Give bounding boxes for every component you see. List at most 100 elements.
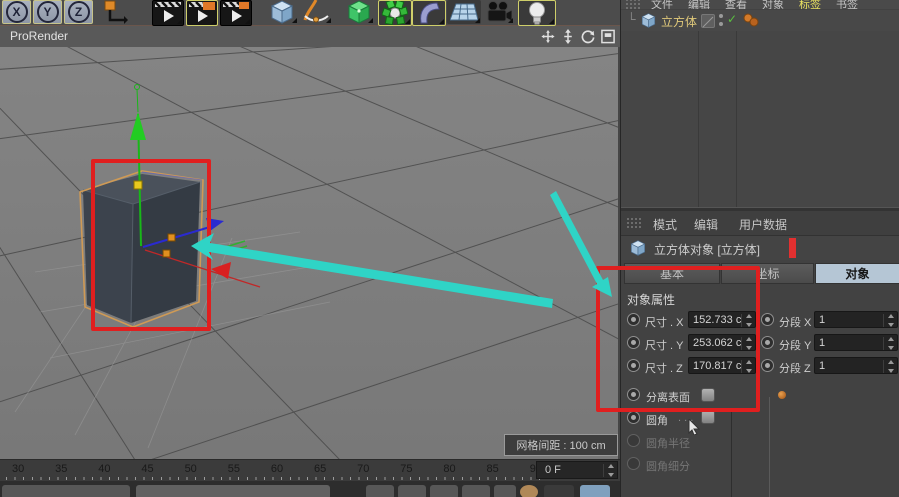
- deformer-button[interactable]: [412, 0, 446, 26]
- cube-object-icon: [641, 13, 656, 28]
- column-divider: [731, 408, 732, 497]
- render-region-button[interactable]: [186, 0, 218, 26]
- om-menu-bookmarks[interactable]: 书签: [836, 0, 858, 9]
- axis-lock-y-button[interactable]: Y: [33, 0, 62, 24]
- viewport-titlebar: ProRender: [0, 26, 620, 48]
- ruler-tickmarks: [6, 477, 546, 480]
- keyframe-dot-separate[interactable]: [627, 388, 640, 401]
- timeline-ruler[interactable]: 3035 4045 5055 6065 7075 8085 90: [0, 459, 620, 482]
- ruler-numbers: 3035 4045 5055 6065 7075 8085 90: [12, 463, 542, 475]
- segments-z-spinner[interactable]: [883, 360, 895, 373]
- bend-deformer-icon: [417, 1, 441, 25]
- size-x-label: 尺寸 . X: [645, 314, 684, 330]
- separate-surfaces-label: 分离表面: [646, 389, 690, 405]
- animation-toolbar-clipped: [0, 481, 620, 497]
- keyframe-dot-size-y[interactable]: [627, 336, 640, 349]
- render-view-button[interactable]: [152, 0, 184, 26]
- grid-spacing-label: 网格间距 : 100 cm: [504, 434, 618, 456]
- render-visibility-dot[interactable]: [719, 22, 723, 26]
- mograph-button[interactable]: [378, 0, 412, 26]
- enabled-checkmark[interactable]: ✓: [727, 12, 737, 26]
- fillet-radius-label: 圆角半径: [646, 435, 690, 451]
- segments-x-label: 分段 X: [779, 314, 811, 330]
- editor-visibility-dot[interactable]: [719, 14, 723, 18]
- keyframe-dot-fillet[interactable]: [627, 411, 640, 424]
- segments-y-field[interactable]: 1: [814, 334, 898, 351]
- fillet-checkbox[interactable]: [701, 410, 715, 424]
- keyframe-dot-seg-y[interactable]: [761, 336, 774, 349]
- segments-x-field[interactable]: 1: [814, 311, 898, 328]
- fillet-label: 圆角: [646, 412, 668, 428]
- tab-object[interactable]: 对象: [815, 263, 899, 284]
- tab-basic[interactable]: 基本: [624, 263, 720, 284]
- phong-tag-icon[interactable]: [743, 13, 759, 27]
- render-settings-button[interactable]: [220, 0, 252, 26]
- rotate-view-icon[interactable]: [580, 29, 596, 44]
- current-frame-field[interactable]: 0 F: [536, 461, 618, 479]
- keyframe-dot-size-x[interactable]: [627, 313, 640, 326]
- keyframe-dot-seg-x[interactable]: [761, 313, 774, 326]
- camera-button[interactable]: [484, 0, 514, 24]
- object-name[interactable]: 立方体: [661, 13, 697, 30]
- floor-button[interactable]: [447, 0, 481, 24]
- light-bulb-icon: [526, 1, 548, 25]
- coordinate-system-icon: [102, 0, 128, 24]
- segments-x-spinner[interactable]: [883, 314, 895, 327]
- panel-grip[interactable]: [626, 217, 642, 228]
- size-x-spinner[interactable]: [741, 314, 753, 327]
- cube-object-icon: [630, 240, 646, 256]
- maximize-view-icon[interactable]: [600, 29, 616, 44]
- size-x-field[interactable]: 152.733 c: [688, 311, 756, 328]
- light-button[interactable]: [518, 0, 556, 26]
- spline-pen-button[interactable]: [300, 0, 332, 24]
- am-menu-edit[interactable]: 编辑: [694, 216, 718, 233]
- object-row-cube[interactable]: └ 立方体 ✓: [621, 10, 899, 31]
- cinema4d-window: X Y Z: [0, 0, 899, 497]
- om-menu-objects[interactable]: 对象: [762, 0, 784, 9]
- om-menu-tags[interactable]: 标签: [799, 0, 821, 9]
- segments-y-spinner[interactable]: [883, 337, 895, 350]
- om-menu-edit[interactable]: 编辑: [688, 0, 710, 9]
- keyframe-dot-fillet-subdiv: [627, 457, 640, 470]
- attribute-manager-menubar: 模式 编辑 用户数据: [621, 211, 899, 236]
- keyframe-dot-seg-z[interactable]: [761, 359, 774, 372]
- dolly-view-icon[interactable]: [560, 29, 576, 44]
- current-frame-value: 0 F: [545, 464, 561, 476]
- column-divider: [769, 397, 770, 497]
- floor-grid-icon: [450, 0, 478, 24]
- 3d-viewport[interactable]: [0, 47, 618, 459]
- subdivision-cube-button[interactable]: [344, 0, 374, 24]
- size-y-label: 尺寸 . Y: [645, 337, 684, 353]
- size-z-field[interactable]: 170.817 c: [688, 357, 756, 374]
- object-manager-menubar: 文件 编辑 查看 对象 标签 书签: [621, 0, 899, 9]
- tree-branch-glyph: └: [627, 12, 636, 26]
- coordinate-system-button[interactable]: [98, 0, 132, 24]
- am-menu-mode[interactable]: 模式: [653, 216, 677, 233]
- attribute-title-row: 立方体对象 [立方体]: [621, 236, 899, 260]
- axis-lock-x-button[interactable]: X: [2, 0, 31, 24]
- axis-z-label: Z: [68, 1, 90, 23]
- size-z-spinner[interactable]: [741, 360, 753, 373]
- segments-z-field[interactable]: 1: [814, 357, 898, 374]
- frame-spinner[interactable]: [603, 464, 615, 477]
- axis-lock-z-button[interactable]: Z: [64, 0, 93, 24]
- panel-grip[interactable]: [625, 0, 641, 9]
- pan-view-icon[interactable]: [540, 29, 556, 44]
- am-menu-userdata[interactable]: 用户数据: [739, 216, 787, 233]
- keyframe-dot-size-z[interactable]: [627, 359, 640, 372]
- size-y-field[interactable]: 253.062 c: [688, 334, 756, 351]
- size-y-spinner[interactable]: [741, 337, 753, 350]
- axis-x-label: X: [6, 1, 28, 23]
- om-menu-file[interactable]: 文件: [651, 0, 673, 9]
- object-manager-tree[interactable]: [621, 31, 899, 207]
- object-properties-header: 对象属性: [627, 291, 675, 308]
- viewport-label: ProRender: [10, 29, 68, 43]
- separate-surfaces-checkbox[interactable]: [701, 388, 715, 402]
- right-panel: 文件 编辑 查看 对象 标签 书签 └ 立方体 ✓: [620, 0, 899, 497]
- om-menu-view[interactable]: 查看: [725, 0, 747, 9]
- layer-icon[interactable]: [701, 14, 715, 28]
- fillet-subdivision-label: 圆角细分: [646, 458, 690, 474]
- add-cube-button[interactable]: [266, 0, 298, 24]
- main-toolbar: X Y Z: [0, 0, 620, 26]
- tab-coordinates[interactable]: 坐标: [721, 263, 814, 284]
